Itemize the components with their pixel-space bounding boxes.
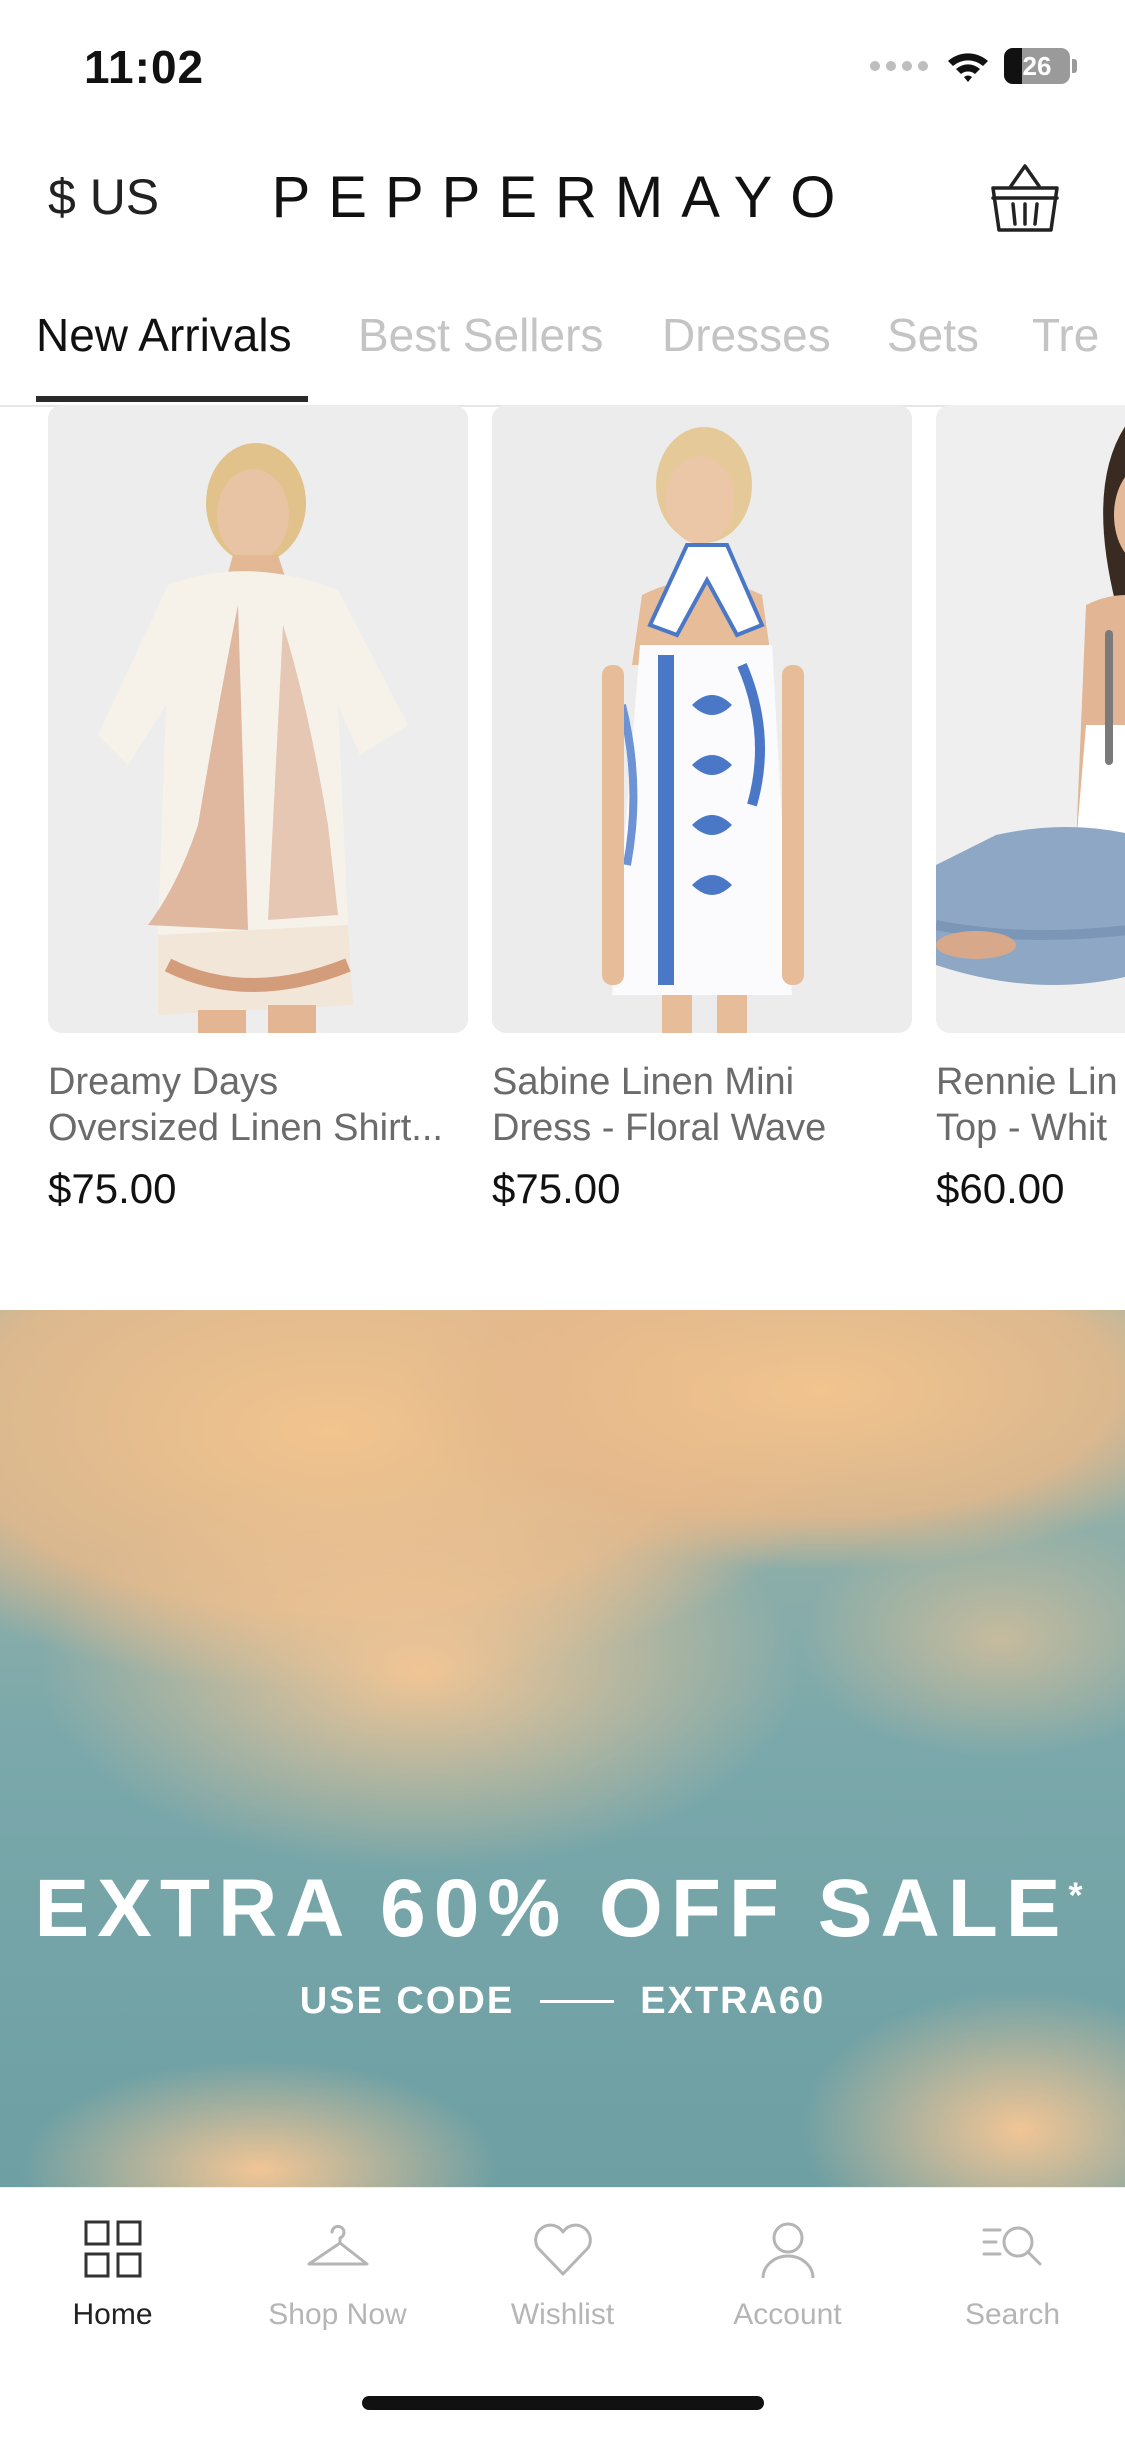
tab-best-sellers[interactable]: Best Sellers <box>358 308 603 362</box>
nav-wishlist[interactable]: Wishlist <box>450 2214 675 2332</box>
tab-sets[interactable]: Sets <box>887 308 979 362</box>
nav-search[interactable]: Search <box>900 2214 1125 2332</box>
banner-title-text: EXTRA 60% OFF SALE <box>34 1863 1069 1954</box>
nav-shop-now[interactable]: Shop Now <box>225 2214 450 2332</box>
product-name: Dreamy Days Oversized Linen Shirt... <box>48 1061 443 1149</box>
status-time: 11:02 <box>84 41 205 93</box>
nav-account[interactable]: Account <box>675 2214 900 2332</box>
battery-level: 26 <box>1022 50 1052 81</box>
banner-title: EXTRA 60% OFF SALE* <box>0 1862 1125 1956</box>
status-bar: 11:02 26 <box>0 0 1125 135</box>
nav-label: Wishlist <box>510 2298 615 2331</box>
grid-icon <box>84 2220 141 2278</box>
product-image[interactable] <box>492 405 912 1033</box>
product-price: $60.00 <box>936 1165 1065 1212</box>
person-icon <box>761 2222 814 2279</box>
banner-code-label: USE CODE <box>299 1980 515 2022</box>
cart-button[interactable] <box>985 160 1065 240</box>
cellular-icon <box>870 61 928 71</box>
banner-asterisk: * <box>1068 1874 1091 1916</box>
brand-logo[interactable]: PEPPERMAYO <box>0 164 1125 231</box>
nav-label: Shop Now <box>268 2298 407 2331</box>
product-name: Rennie Lin Top - Whit <box>936 1061 1118 1149</box>
tab-dresses[interactable]: Dresses <box>662 308 831 362</box>
tab-trending[interactable]: Tre <box>1032 308 1099 362</box>
banner-code: USE CODE EXTRA60 <box>0 1980 1125 2023</box>
tab-new-arrivals[interactable]: New Arrivals <box>36 308 292 362</box>
product-carousel: Dreamy Days Oversized Linen Shirt... $75… <box>0 405 1125 1275</box>
active-tab-indicator <box>36 396 308 402</box>
heart-icon <box>533 2223 592 2276</box>
product-name: Sabine Linen Mini Dress - Floral Wave <box>492 1061 827 1149</box>
product-image[interactable] <box>48 405 468 1033</box>
status-icons: 26 <box>870 48 1077 84</box>
product-price: $75.00 <box>48 1165 177 1212</box>
product-image[interactable] <box>936 405 1125 1033</box>
banner-code-value: EXTRA60 <box>640 1980 826 2022</box>
product-price: $75.00 <box>492 1165 621 1212</box>
search-icon <box>982 2226 1041 2266</box>
promo-banner[interactable]: EXTRA 60% OFF SALE* USE CODE EXTRA60 <box>0 1310 1125 2187</box>
product-card[interactable]: Sabine Linen Mini Dress - Floral Wave $7… <box>492 405 912 1213</box>
nav-label: Home <box>72 2298 153 2331</box>
banner-divider <box>540 2000 615 2003</box>
app-header: $ US PEPPERMAYO <box>0 140 1125 260</box>
product-card[interactable]: Rennie Lin Top - Whit $60.00 <box>936 405 1125 1213</box>
wifi-icon <box>948 53 988 82</box>
battery-icon: 26 <box>1004 48 1077 84</box>
scroll-indicator[interactable] <box>1105 630 1113 765</box>
banner-background <box>0 1310 1125 2187</box>
home-indicator[interactable] <box>362 2396 764 2410</box>
hanger-icon <box>307 2224 368 2266</box>
nav-label: Account <box>733 2298 842 2331</box>
category-tabs: New Arrivals Best Sellers Dresses Sets T… <box>0 290 1125 407</box>
product-card[interactable]: Dreamy Days Oversized Linen Shirt... $75… <box>48 405 468 1213</box>
nav-home[interactable]: Home <box>0 2214 225 2332</box>
basket-icon <box>991 164 1059 232</box>
nav-label: Search <box>964 2298 1061 2331</box>
